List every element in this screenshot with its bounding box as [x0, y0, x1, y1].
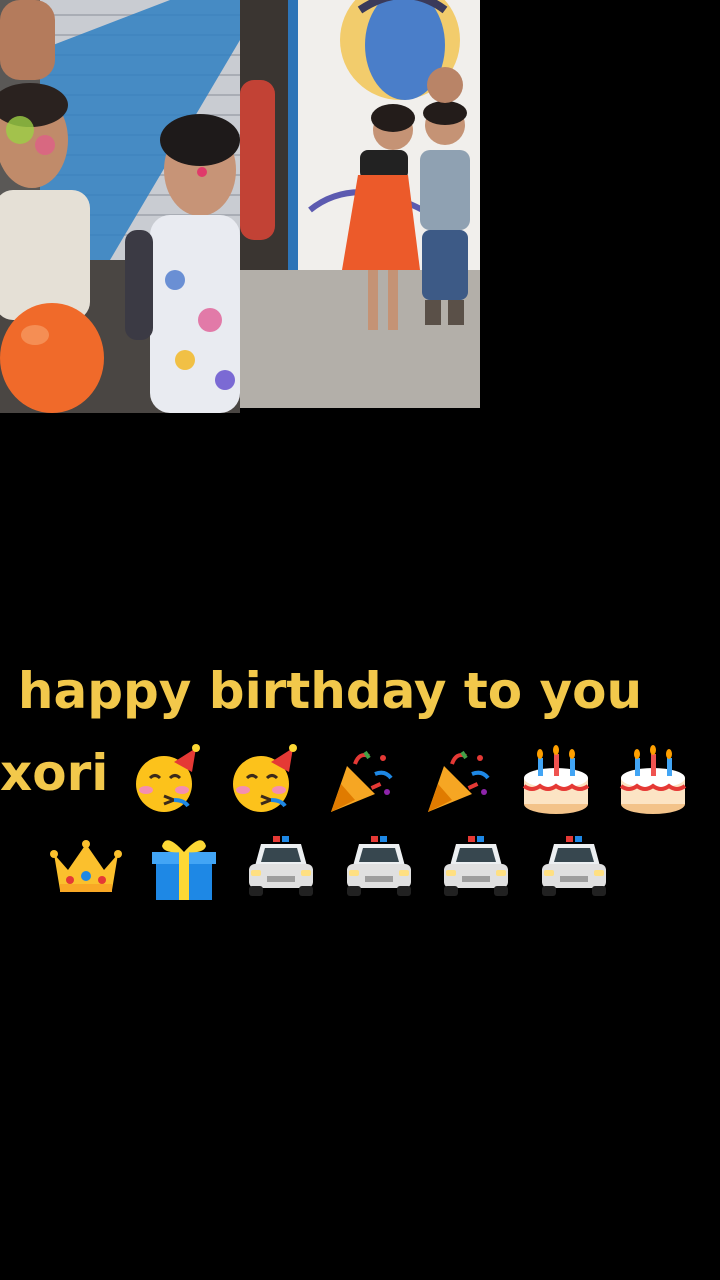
caption-line-3 — [0, 818, 660, 904]
birthday-caption: happy birthday to you xori — [0, 650, 687, 904]
caption-name: xori — [0, 744, 109, 802]
police-car-icon — [440, 830, 512, 902]
party-popper-icon — [325, 744, 397, 816]
story-stage: happy birthday to you xori — [0, 0, 720, 1280]
caption-emoji-row-1 — [126, 736, 693, 818]
party-popper-icon — [422, 744, 494, 816]
right-photo — [240, 0, 480, 408]
left-photo — [0, 0, 240, 413]
caption-line-2: xori — [0, 732, 687, 818]
caption-emoji-row-2 — [46, 821, 613, 903]
birthday-cake-icon — [520, 744, 592, 816]
police-car-icon — [538, 830, 610, 902]
crown-icon — [50, 830, 123, 902]
party-face-icon — [227, 744, 299, 816]
police-car-icon — [343, 830, 415, 902]
wrapped-gift-icon — [148, 830, 220, 902]
police-car-icon — [245, 830, 317, 902]
birthday-cake-icon — [617, 744, 689, 816]
party-face-icon — [130, 744, 202, 816]
caption-line-1: happy birthday to you — [17, 662, 643, 720]
